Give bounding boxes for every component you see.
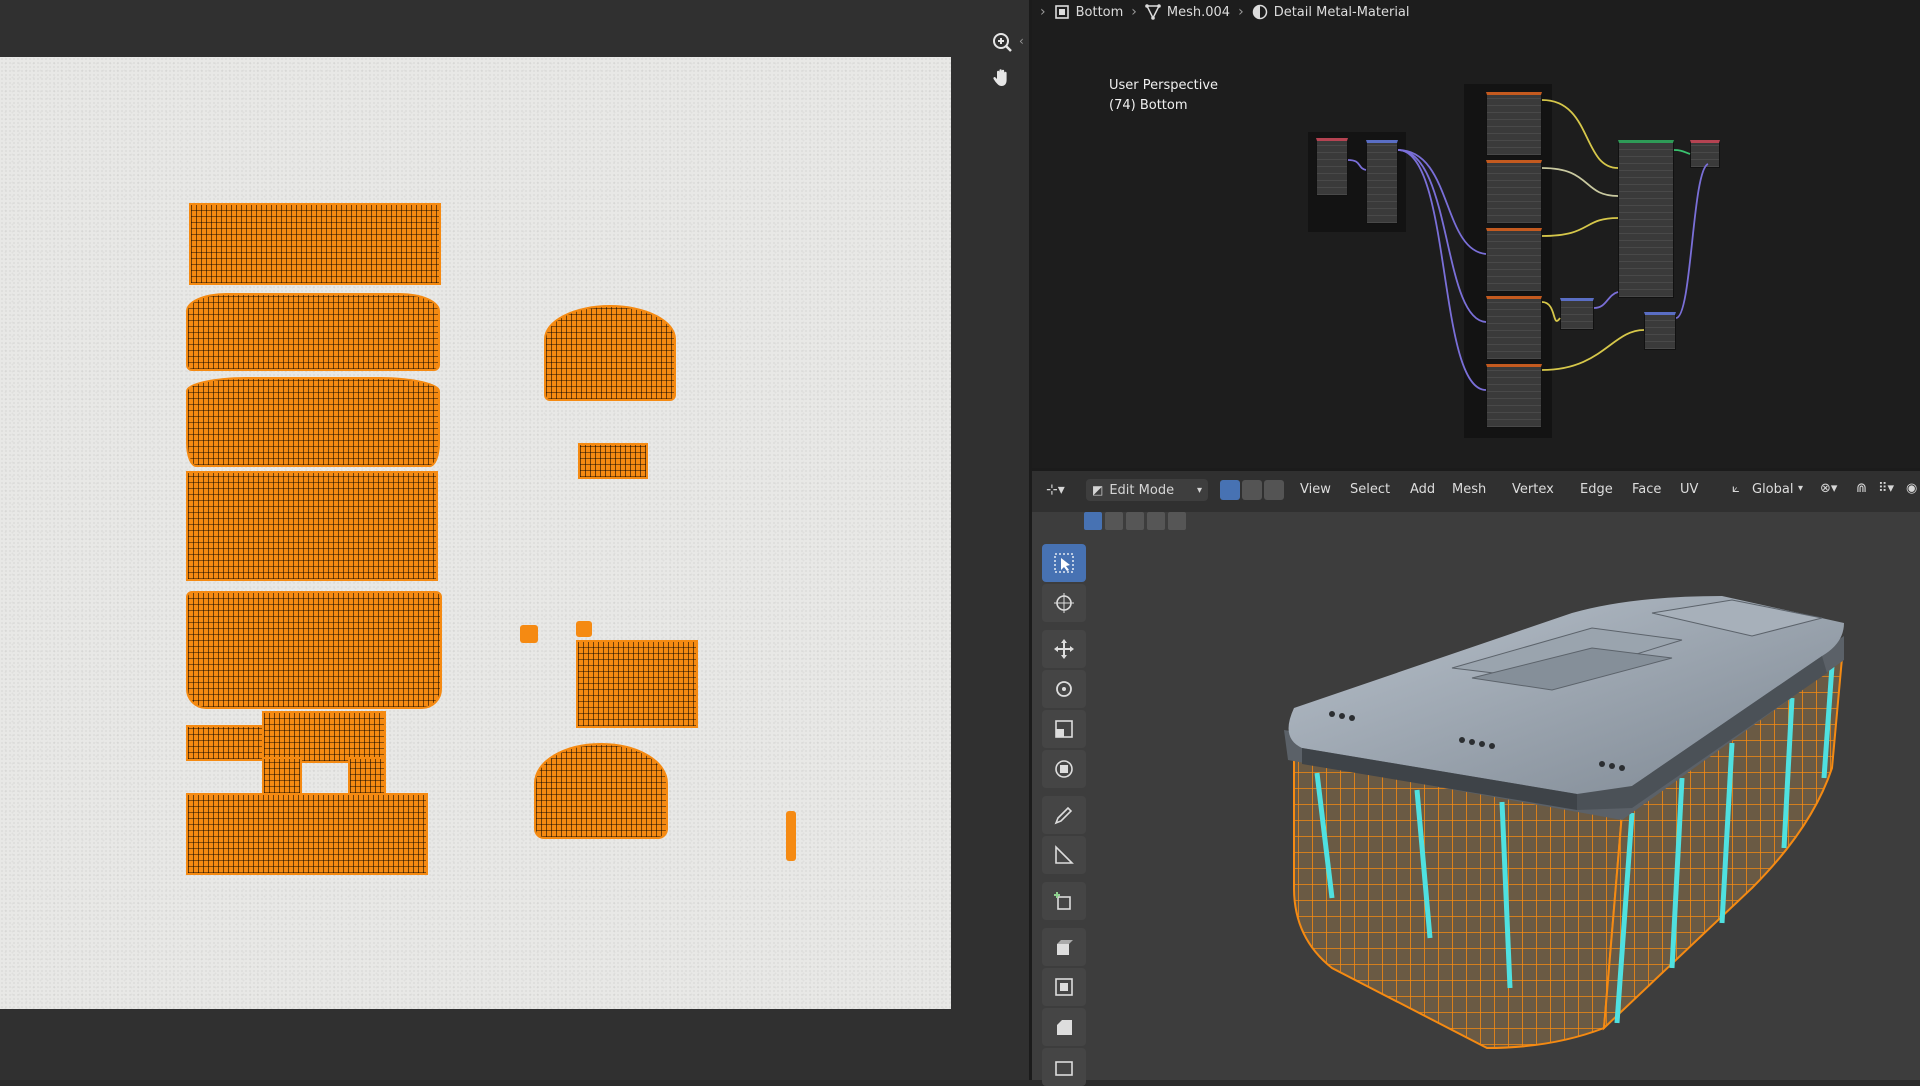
uv-island[interactable]: [186, 793, 428, 875]
uv-island[interactable]: [544, 305, 676, 401]
node-image-texture[interactable]: [1486, 296, 1542, 360]
chevron-right-icon: ›: [1040, 4, 1046, 20]
uv-island[interactable]: [520, 625, 538, 643]
uv-island[interactable]: [576, 640, 698, 728]
hard-surface-crate-model[interactable]: [1032, 468, 1920, 1080]
uv-island[interactable]: [186, 725, 264, 761]
zoom-icon[interactable]: [987, 27, 1017, 57]
node-material-output[interactable]: [1690, 140, 1720, 168]
uv-island[interactable]: [578, 443, 648, 479]
chevron-right-icon: ›: [1238, 4, 1244, 20]
uv-island[interactable]: [786, 811, 796, 861]
uv-island[interactable]: [186, 471, 438, 581]
viewport-perspective-label: User Perspective: [1109, 78, 1219, 93]
uv-island[interactable]: [186, 293, 440, 371]
node-image-texture[interactable]: [1486, 228, 1542, 292]
node-image-texture[interactable]: [1486, 364, 1542, 428]
uv-island[interactable]: [189, 203, 441, 285]
breadcrumb-object: Bottom: [1054, 4, 1124, 20]
node-texture-coordinate[interactable]: [1316, 138, 1348, 196]
chevron-right-icon: ›: [1131, 4, 1137, 20]
node-normal-map[interactable]: [1560, 298, 1594, 330]
breadcrumb-mesh-label: Mesh.004: [1166, 4, 1231, 20]
node-principled-bsdf[interactable]: [1618, 140, 1674, 298]
breadcrumb-material: Detail Metal-Material: [1252, 4, 1410, 20]
shader-node-editor[interactable]: › Bottom › Mesh.004 › Detail Metal-Mater…: [1032, 0, 1920, 468]
uv-texture-canvas[interactable]: [0, 57, 951, 1009]
3d-viewport[interactable]: ⊹▾ ◩ Edit Mode ▾ View Select Add Mesh Ve…: [1032, 78, 1920, 1086]
breadcrumb-material-label: Detail Metal-Material: [1273, 4, 1410, 20]
uv-island[interactable]: [576, 621, 592, 637]
uv-editor[interactable]: ‹: [0, 0, 1029, 1080]
uv-island[interactable]: [186, 591, 442, 709]
breadcrumb-mesh: Mesh.004: [1145, 4, 1230, 20]
pan-hand-icon[interactable]: [987, 63, 1017, 93]
viewport-object-label: (74) Bottom: [1109, 98, 1188, 113]
node-image-texture[interactable]: [1486, 160, 1542, 224]
object-icon: [1054, 5, 1069, 19]
uv-island[interactable]: [186, 377, 440, 467]
collapse-chevron-icon[interactable]: ‹: [1019, 34, 1024, 48]
node-bump[interactable]: [1644, 312, 1676, 350]
uv-island[interactable]: [262, 711, 386, 763]
breadcrumb-object-label: Bottom: [1075, 4, 1124, 20]
node-image-texture[interactable]: [1486, 92, 1542, 156]
material-icon: [1252, 4, 1267, 20]
mesh-data-icon: [1145, 4, 1161, 20]
breadcrumb: › Bottom › Mesh.004 › Detail Metal-Mater…: [1032, 0, 1410, 24]
node-mapping[interactable]: [1366, 140, 1398, 224]
uv-island[interactable]: [534, 743, 668, 839]
